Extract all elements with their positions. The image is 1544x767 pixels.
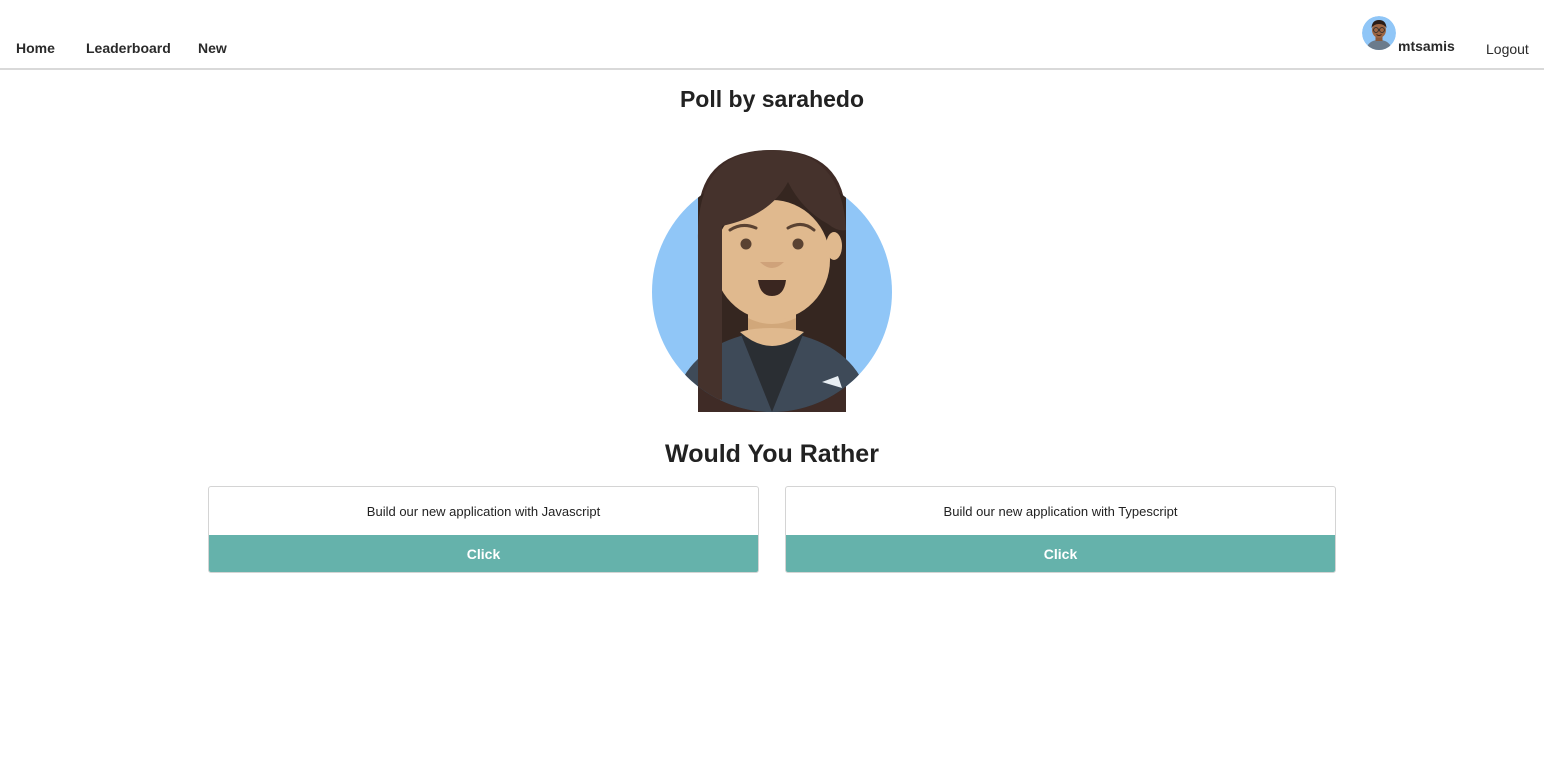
nav-leaderboard-link[interactable]: Leaderboard bbox=[86, 40, 171, 56]
top-navigation: Home Leaderboard New mtsamis Logout bbox=[0, 0, 1544, 70]
logout-link[interactable]: Logout bbox=[1486, 41, 1529, 57]
option-two-text: Build our new application with Typescrip… bbox=[943, 504, 1178, 519]
option-two-click-button[interactable]: Click bbox=[786, 535, 1335, 572]
option-one-text: Build our new application with Javascrip… bbox=[366, 504, 601, 519]
user-name: mtsamis bbox=[1398, 38, 1455, 54]
poll-title: Poll by sarahedo bbox=[679, 86, 865, 112]
option-card-one: Build our new application with Javascrip… bbox=[208, 486, 759, 573]
user-avatar-icon bbox=[1362, 16, 1396, 50]
option-one-click-button[interactable]: Click bbox=[209, 535, 758, 572]
option-card-two: Build our new application with Typescrip… bbox=[785, 486, 1336, 573]
would-you-rather-heading: Would You Rather bbox=[665, 440, 879, 468]
nav-new-link[interactable]: New bbox=[198, 40, 227, 56]
nav-home-link[interactable]: Home bbox=[16, 40, 55, 56]
woman-avatar-icon bbox=[652, 150, 892, 412]
